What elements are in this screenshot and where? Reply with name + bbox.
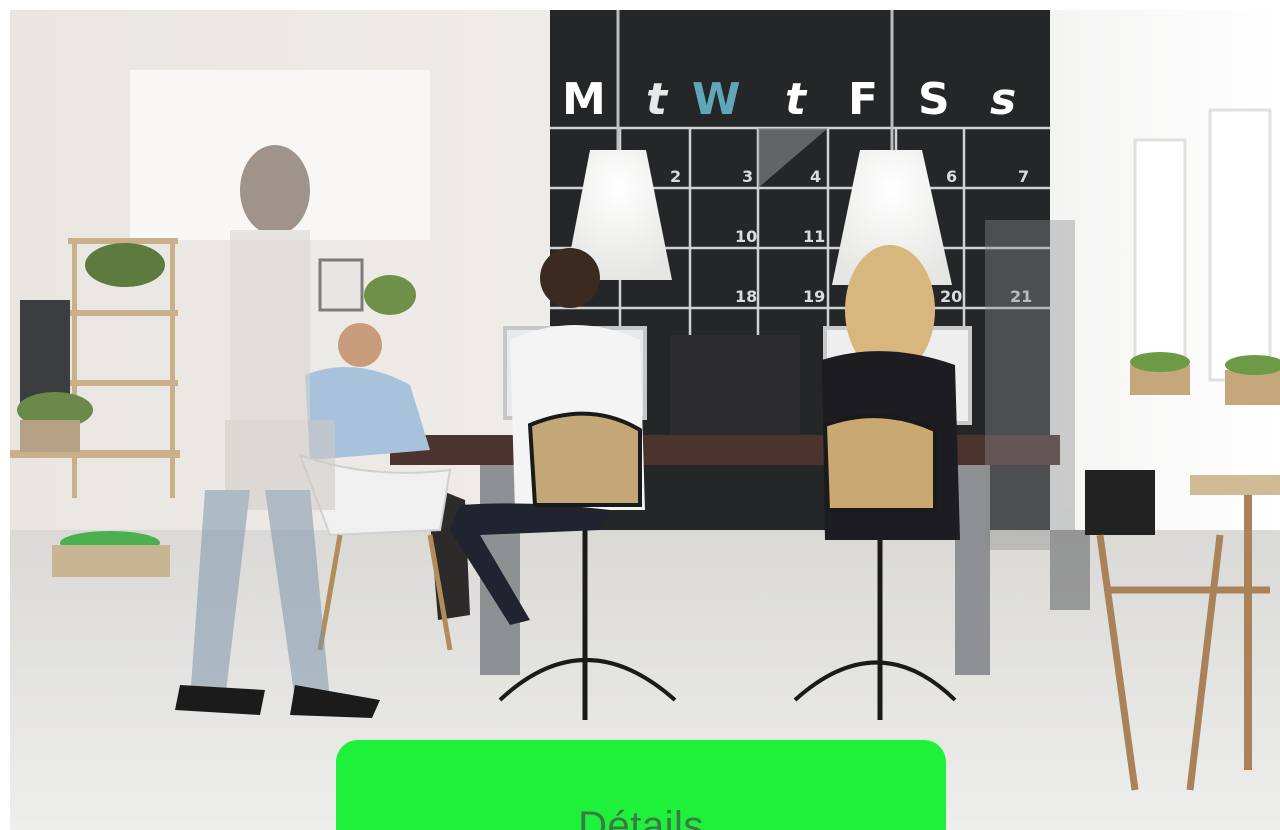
details-button-label: Détails <box>578 804 704 830</box>
date-number: 11 <box>803 227 825 246</box>
office-photo: M t W t F S s 2 3 4 6 7 10 11 18 19 20 <box>10 10 1280 830</box>
date-number: 6 <box>946 167 957 186</box>
day-label: S <box>918 74 950 125</box>
date-number: 18 <box>735 287 757 306</box>
day-label: M <box>562 74 606 125</box>
date-number: 10 <box>735 227 757 246</box>
details-button[interactable]: Détails <box>336 740 946 830</box>
page-frame: M t W t F S s 2 3 4 6 7 10 11 18 19 20 D… <box>0 0 1280 830</box>
day-label: t <box>646 74 669 125</box>
date-number: 3 <box>742 167 753 186</box>
day-label: t <box>785 74 808 125</box>
date-number: 20 <box>940 287 962 306</box>
date-number: 2 <box>670 167 681 186</box>
day-label: s <box>990 74 1016 125</box>
date-number: 19 <box>803 287 825 306</box>
day-label: F <box>848 74 878 125</box>
date-number: 7 <box>1018 167 1029 186</box>
day-label: W <box>692 74 741 125</box>
date-number: 4 <box>810 167 821 186</box>
